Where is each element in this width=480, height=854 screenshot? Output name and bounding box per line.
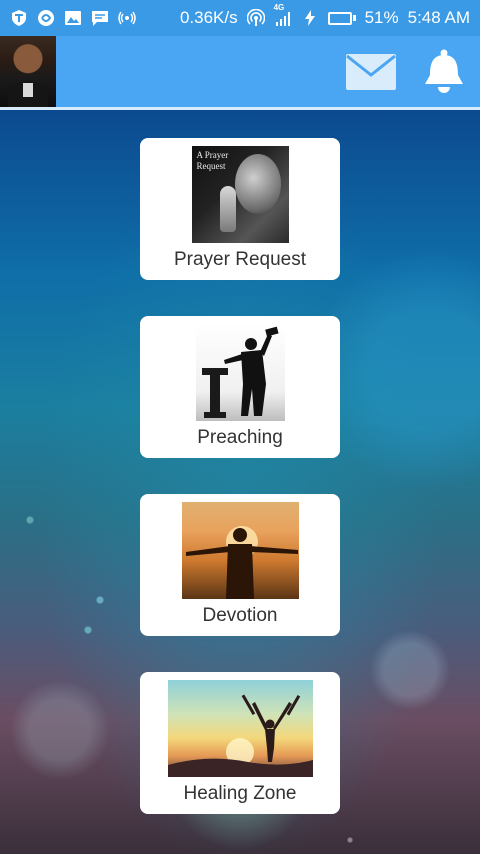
menu-card-label: Healing Zone bbox=[183, 783, 297, 804]
charging-icon bbox=[301, 9, 319, 27]
preaching-image bbox=[195, 324, 285, 421]
mail-icon[interactable] bbox=[345, 53, 397, 91]
app-bar bbox=[0, 36, 480, 107]
menu-card-devotion[interactable]: Devotion bbox=[140, 494, 340, 636]
menu-card-prayer-request[interactable]: A Prayer Request Prayer Request bbox=[140, 138, 340, 280]
image-icon bbox=[64, 9, 82, 27]
app-t-icon bbox=[10, 9, 28, 27]
prayer-image-caption: A Prayer Request bbox=[196, 150, 229, 171]
hotspot-icon bbox=[246, 9, 265, 27]
menu-card-preaching[interactable]: Preaching bbox=[140, 316, 340, 458]
avatar[interactable] bbox=[0, 36, 56, 107]
network-type: 4G bbox=[273, 3, 285, 12]
status-left-icons bbox=[10, 9, 136, 27]
clock: 5:48 AM bbox=[407, 8, 470, 27]
menu-card-label: Devotion bbox=[202, 605, 278, 626]
network-speed: 0.36K/s bbox=[179, 8, 238, 27]
menu-card-label: Prayer Request bbox=[173, 249, 306, 270]
menu-card-label: Preaching bbox=[197, 427, 283, 448]
chat-icon bbox=[91, 9, 109, 27]
signal-4g-icon: 4G bbox=[274, 3, 292, 27]
status-bar: 0.36K/s 4G 51% 5:48 AM bbox=[0, 0, 480, 36]
radio-waves-icon bbox=[118, 9, 136, 27]
app-swirl-icon bbox=[37, 9, 55, 27]
devotion-image bbox=[181, 502, 299, 599]
battery-percent: 51% bbox=[364, 8, 399, 27]
menu-card-healing-zone[interactable]: Healing Zone bbox=[140, 672, 340, 814]
healing-zone-image bbox=[167, 680, 313, 777]
status-right-icons: 0.36K/s 4G 51% 5:48 AM bbox=[179, 3, 470, 28]
prayer-image: A Prayer Request bbox=[191, 146, 289, 243]
battery-icon bbox=[327, 11, 356, 25]
bell-icon[interactable] bbox=[422, 48, 466, 94]
